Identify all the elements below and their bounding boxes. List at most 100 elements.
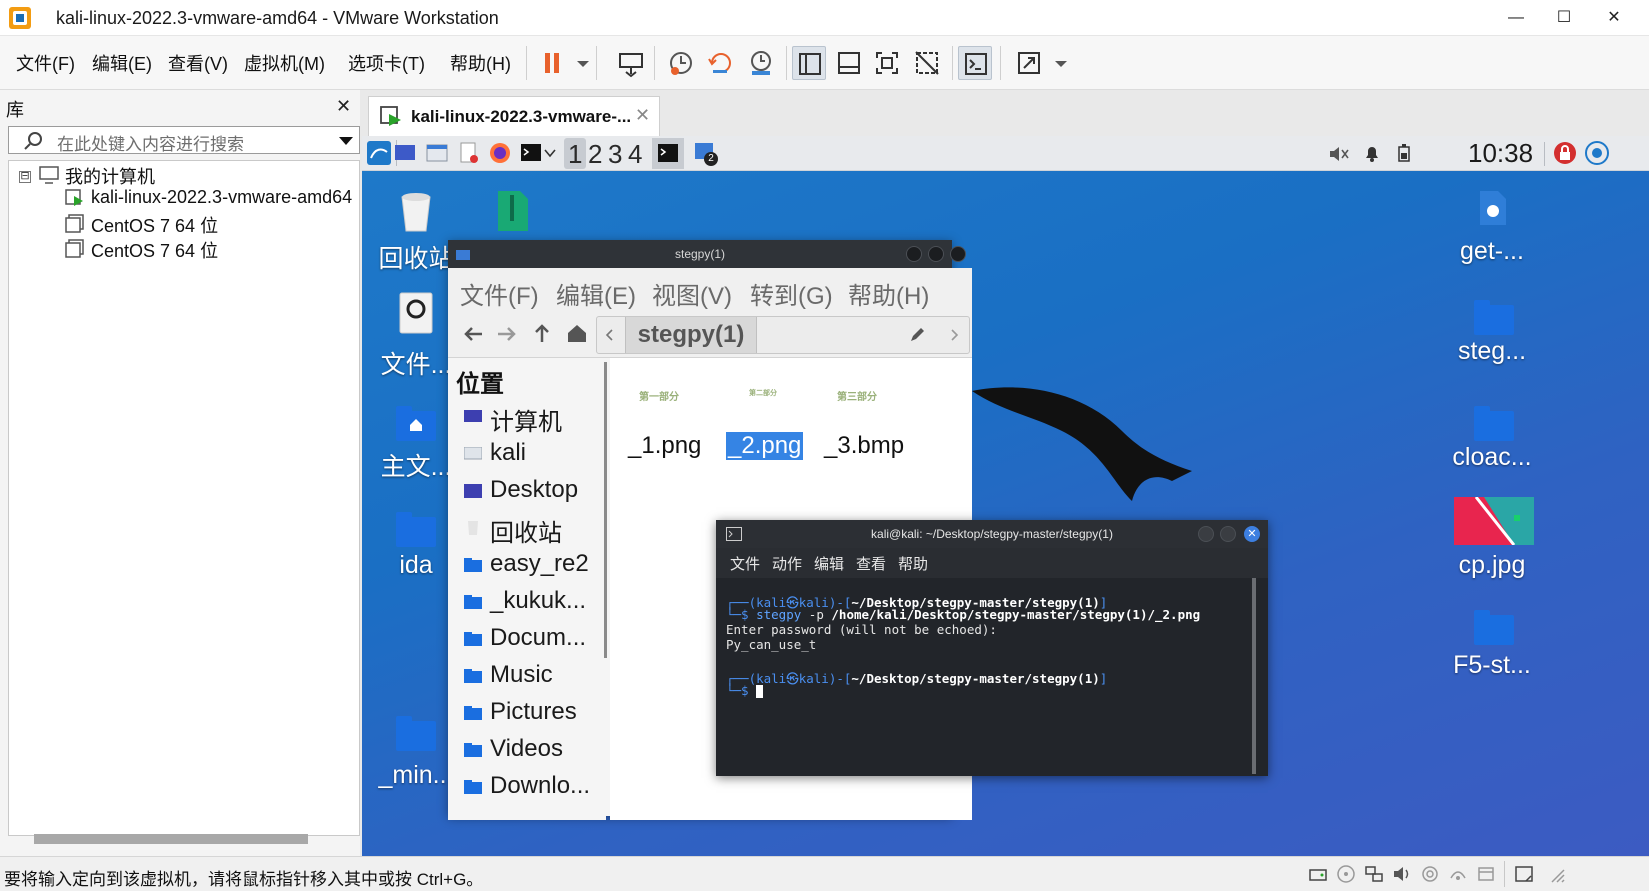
path-right-chevron-icon[interactable]	[949, 329, 959, 341]
hard-disk-icon[interactable]	[1308, 864, 1328, 884]
desktop-icon-cp-jpg[interactable]: cp.jpg	[1442, 495, 1542, 605]
terminal-scrollbar[interactable]	[1252, 578, 1256, 774]
panel-clock[interactable]: 10:38	[1468, 138, 1533, 169]
pause-icon[interactable]	[536, 46, 570, 80]
terminal-titlebar[interactable]: kali@kali: ~/Desktop/stegpy-master/stegp…	[716, 520, 1268, 548]
menu-file[interactable]: 文件(F)	[16, 50, 75, 76]
archive-file-icon[interactable]	[496, 189, 530, 233]
desktop-icon-steg[interactable]: steg...	[1442, 295, 1542, 395]
terminal-icon[interactable]	[520, 142, 542, 164]
notifications-bell-icon[interactable]	[1362, 143, 1382, 163]
battery-icon[interactable]	[1396, 143, 1412, 163]
firefox-icon[interactable]	[488, 141, 512, 165]
term-menu-edit[interactable]: 编辑	[814, 553, 844, 574]
fm-menu-file[interactable]: 文件(F)	[460, 276, 539, 311]
snapshot-manager-icon[interactable]	[744, 46, 778, 80]
taskbar-window-group[interactable]: 2	[692, 140, 718, 168]
message-log-icon[interactable]	[1514, 864, 1534, 884]
term-menu-actions[interactable]: 动作	[772, 553, 802, 574]
taskbar-terminal-button[interactable]	[652, 138, 684, 169]
terminal-output[interactable]: ┌──(kali㉿kali)-[~/Desktop/stegpy-master/…	[716, 578, 1268, 776]
power-icon[interactable]	[1584, 140, 1610, 166]
sidebar-scrollbar[interactable]	[604, 362, 607, 658]
close-button[interactable]	[950, 246, 966, 262]
tree-vm-centos-2[interactable]: CentOS 7 64 位	[91, 237, 218, 263]
lock-screen-icon[interactable]	[1552, 140, 1578, 166]
revert-snapshot-icon[interactable]	[704, 46, 738, 80]
network-adapter-icon[interactable]	[1364, 864, 1384, 884]
maximize-button[interactable]	[928, 246, 944, 262]
fm-menu-view[interactable]: 视图(V)	[652, 276, 732, 311]
snapshot-icon[interactable]	[664, 46, 698, 80]
home-icon[interactable]	[566, 322, 588, 344]
fm-menu-help[interactable]: 帮助(H)	[848, 276, 929, 311]
maximize-button[interactable]: ☐	[1546, 6, 1582, 30]
display-icon[interactable]	[1476, 864, 1496, 884]
minimize-button[interactable]	[1198, 526, 1214, 542]
tree-collapse-toggle[interactable]: ⊟	[19, 171, 31, 183]
tree-vm-centos-1[interactable]: CentOS 7 64 位	[91, 212, 218, 238]
stretch-guest-icon[interactable]	[1012, 46, 1046, 80]
unity-icon[interactable]	[910, 46, 944, 80]
file-item[interactable]: _1.png	[628, 432, 701, 460]
term-menu-help[interactable]: 帮助	[898, 553, 928, 574]
menu-vm[interactable]: 虚拟机(M)	[244, 50, 325, 76]
desktop-icon-cloac[interactable]: cloac...	[1442, 401, 1542, 501]
library-search-input[interactable]: 在此处键入内容进行搜索	[8, 126, 360, 154]
tree-root-my-computer[interactable]: 我的计算机	[65, 163, 155, 189]
library-close-button[interactable]: ✕	[336, 96, 351, 117]
fullscreen-icon[interactable]	[870, 46, 904, 80]
term-menu-file[interactable]: 文件	[730, 553, 760, 574]
back-arrow-icon[interactable]	[462, 324, 484, 344]
edit-path-icon[interactable]	[909, 327, 925, 343]
thumbnail-bar-icon[interactable]	[832, 46, 866, 80]
show-library-icon[interactable]	[792, 46, 826, 80]
maximize-button[interactable]	[1220, 526, 1236, 542]
text-editor-icon[interactable]	[458, 142, 480, 164]
sound-card-icon[interactable]	[1392, 864, 1412, 884]
cd-dvd-icon[interactable]	[1336, 864, 1356, 884]
command-flag: -p	[808, 607, 824, 622]
file-item[interactable]: _3.bmp	[824, 432, 904, 460]
file-manager-icon[interactable]	[426, 142, 448, 164]
tree-vm-kali[interactable]: kali-linux-2022.3-vmware-amd64	[91, 187, 353, 208]
file-item-selected[interactable]: _2.png	[726, 432, 804, 460]
file-manager-titlebar[interactable]: stegpy(1)	[448, 240, 966, 268]
desktop-icon-get[interactable]: get-...	[1442, 185, 1542, 285]
close-button[interactable]: ✕	[1244, 526, 1260, 542]
pause-dropdown-icon[interactable]	[566, 46, 589, 80]
path-crumb[interactable]: stegpy(1)	[625, 317, 757, 353]
printer-icon[interactable]	[1448, 864, 1468, 884]
path-left-chevron-icon[interactable]	[605, 329, 615, 341]
fm-menu-go[interactable]: 转到(G)	[750, 276, 833, 311]
close-window-button[interactable]: ✕	[1596, 6, 1632, 30]
resize-grip-icon[interactable]	[1546, 864, 1566, 884]
desktop-icon-f5[interactable]: F5-st...	[1442, 609, 1542, 709]
send-ctrl-alt-del-icon[interactable]	[614, 46, 648, 80]
kali-menu-icon[interactable]	[366, 140, 392, 166]
minimize-button[interactable]: —	[1498, 6, 1534, 30]
console-view-icon[interactable]	[958, 46, 992, 80]
menu-help[interactable]: 帮助(H)	[450, 50, 511, 76]
fm-menu-edit[interactable]: 编辑(E)	[556, 276, 636, 311]
workspace-4[interactable]: 4	[628, 139, 642, 170]
volume-muted-icon[interactable]	[1328, 144, 1350, 164]
minimize-button[interactable]	[906, 246, 922, 262]
show-desktop-icon[interactable]	[394, 142, 416, 164]
usb-controller-icon[interactable]	[1420, 864, 1440, 884]
vm-tab-close-button[interactable]: ✕	[635, 105, 650, 126]
vm-tab[interactable]: kali-linux-2022.3-vmware-... ✕	[368, 96, 660, 136]
search-dropdown-icon[interactable]	[339, 137, 353, 145]
library-horizontal-scrollbar[interactable]	[34, 834, 308, 844]
menu-edit[interactable]: 编辑(E)	[92, 50, 152, 76]
up-arrow-icon[interactable]	[532, 322, 552, 344]
chevron-down-icon[interactable]	[544, 148, 556, 158]
term-menu-view[interactable]: 查看	[856, 553, 886, 574]
forward-arrow-icon[interactable]	[496, 324, 518, 344]
workspace-2[interactable]: 2	[588, 139, 602, 170]
workspace-1[interactable]: 1	[568, 139, 582, 170]
menu-tabs[interactable]: 选项卡(T)	[348, 50, 425, 76]
workspace-3[interactable]: 3	[608, 139, 622, 170]
menu-view[interactable]: 查看(V)	[168, 50, 228, 76]
stretch-dropdown-icon[interactable]	[1044, 46, 1067, 80]
